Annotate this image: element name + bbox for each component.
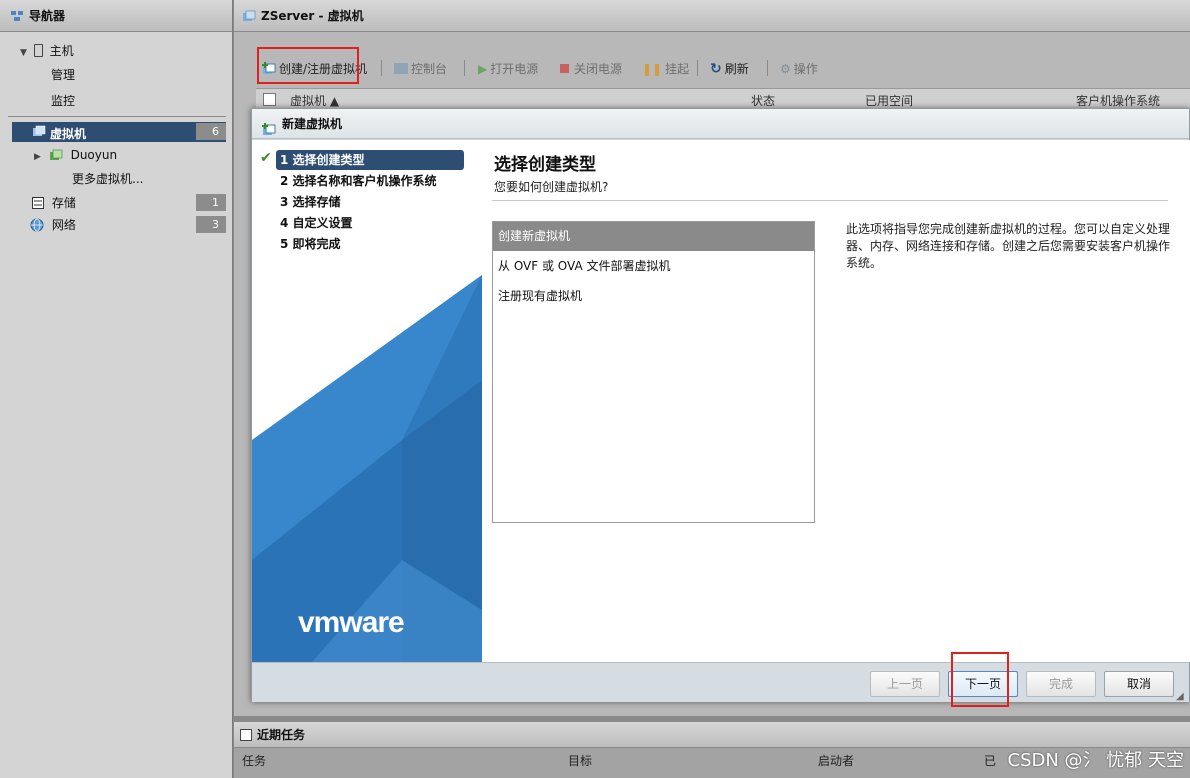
- tree-vms[interactable]: 虚拟机 6: [12, 122, 226, 142]
- tasks-column-task[interactable]: 任务: [242, 752, 266, 769]
- refresh-label: 刷新: [724, 62, 749, 76]
- csdn-watermark: CSDN @氵 忧郁 天空: [1007, 750, 1184, 771]
- suspend-button[interactable]: ❚❚ 挂起: [642, 60, 689, 77]
- actions-label: 操作: [793, 62, 818, 76]
- toolbar-separator: [381, 60, 382, 76]
- wizard-heading: 选择创建类型: [494, 155, 596, 175]
- wizard-steps-panel: ✔ 1 选择创建类型 2 选择名称和客户机操作系统 3 选择存储 4 自定义设置…: [252, 140, 482, 662]
- tree-host-label: 主机: [49, 44, 74, 58]
- tasks-column-initiator[interactable]: 启动者: [818, 752, 854, 769]
- wizard-divider: [492, 200, 1168, 201]
- tree-storage[interactable]: 存储: [20, 194, 76, 212]
- navigator-icon: [10, 2, 24, 21]
- column-vm[interactable]: 虚拟机 ▲: [290, 92, 339, 109]
- finish-button[interactable]: 完成: [1026, 671, 1096, 697]
- vm-list-title: ZServer - 虚拟机: [261, 9, 364, 23]
- back-button[interactable]: 上一页: [870, 671, 940, 697]
- pause-icon: ❚❚: [642, 62, 663, 76]
- dialog-title: 新建虚拟机: [282, 117, 343, 131]
- new-vm-dialog: 新建虚拟机 ✔ 1 选择创建类型 2 选择名称和客户机操作系统 3 选择存储 4…: [251, 108, 1190, 702]
- nav-divider: [8, 116, 226, 117]
- wizard-content-panel: 选择创建类型 您要如何创建虚拟机? 创建新虚拟机 从 OVF 或 OVA 文件部…: [482, 140, 1190, 662]
- dialog-titlebar: 新建虚拟机: [252, 109, 1189, 139]
- highlight-create-button: [257, 47, 359, 84]
- column-status[interactable]: 状态: [751, 92, 775, 109]
- refresh-button[interactable]: ↻ 刷新: [710, 60, 749, 77]
- wizard-step-3[interactable]: 3 选择存储: [276, 192, 464, 212]
- power-off-button[interactable]: 关闭电源: [560, 60, 622, 77]
- option-register-existing-vm[interactable]: 注册现有虚拟机: [493, 282, 814, 311]
- navigator-header: 导航器: [0, 0, 232, 32]
- tasks-column-queued[interactable]: 已: [984, 752, 996, 769]
- console-button[interactable]: 控制台: [394, 60, 447, 77]
- toolbar-separator: [464, 60, 465, 76]
- wizard-step-4[interactable]: 4 自定义设置: [276, 213, 464, 233]
- option-create-new-vm[interactable]: 创建新虚拟机: [493, 222, 814, 251]
- power-on-label: 打开电源: [490, 62, 539, 76]
- recent-tasks-title: 近期任务: [257, 728, 306, 742]
- navigator-panel: 导航器 ▼ 主机 管理 监控 虚拟机 6 ▶ Duoyun 更多虚拟机... 存…: [0, 0, 233, 778]
- vms-count-badge: 6: [196, 123, 226, 140]
- tree-more-vms[interactable]: 更多虚拟机...: [72, 170, 143, 187]
- option-deploy-ovf-ova[interactable]: 从 OVF 或 OVA 文件部署虚拟机: [493, 252, 814, 281]
- tree-host[interactable]: ▼ 主机: [20, 42, 74, 59]
- tree-vm-duoyun-label: Duoyun: [70, 148, 118, 162]
- wizard-step-5[interactable]: 5 即将完成: [276, 234, 464, 254]
- cancel-button[interactable]: 取消: [1104, 671, 1174, 697]
- power-on-button[interactable]: ▶ 打开电源: [478, 60, 538, 77]
- console-icon: [394, 63, 408, 74]
- vm-running-icon: [49, 149, 63, 164]
- network-count-badge: 3: [196, 216, 226, 233]
- wizard-step-1[interactable]: 1 选择创建类型: [276, 150, 464, 170]
- column-guest-os[interactable]: 客户机操作系统: [1076, 92, 1160, 109]
- network-globe-icon: [30, 218, 44, 235]
- vm-icon: [32, 125, 46, 140]
- tree-vm-duoyun[interactable]: ▶ Duoyun: [34, 148, 117, 164]
- navigator-title: 导航器: [29, 9, 66, 23]
- tree-network-label: 网络: [51, 218, 76, 232]
- gear-icon: ⚙: [780, 62, 791, 76]
- stop-icon: [560, 64, 569, 73]
- vm-table-header: [256, 88, 1190, 110]
- step-complete-check-icon: ✔: [260, 150, 272, 166]
- tree-host-manage[interactable]: 管理: [51, 66, 75, 83]
- wizard-subheading: 您要如何创建虚拟机?: [494, 180, 609, 194]
- suspend-label: 挂起: [665, 62, 690, 76]
- option-description: 此选项将指导您完成创建新虚拟机的过程。您可以自定义处理器、内存、网络连接和存储。…: [846, 222, 1171, 270]
- power-off-label: 关闭电源: [574, 62, 623, 76]
- console-label: 控制台: [411, 62, 448, 76]
- dialog-footer: 上一页 下一页 完成 取消 ◢: [252, 662, 1189, 702]
- storage-icon: [32, 197, 44, 212]
- storage-count-badge: 1: [196, 194, 226, 211]
- host-icon: [33, 44, 43, 57]
- toolbar-separator: [767, 60, 768, 76]
- recent-tasks-header: 近期任务: [234, 722, 1190, 748]
- tasks-column-target[interactable]: 目标: [568, 752, 592, 769]
- tree-host-monitor[interactable]: 监控: [51, 92, 75, 109]
- chevron-right-icon[interactable]: ▶: [34, 152, 41, 162]
- creation-type-list: 创建新虚拟机 从 OVF 或 OVA 文件部署虚拟机 注册现有虚拟机: [492, 221, 815, 523]
- play-icon: ▶: [478, 62, 488, 76]
- tree-storage-label: 存储: [51, 196, 76, 210]
- toolbar-separator: [697, 60, 698, 76]
- resize-grip-icon[interactable]: ◢: [1176, 691, 1184, 702]
- tasks-icon: [240, 729, 252, 741]
- wizard-step-2[interactable]: 2 选择名称和客户机操作系统: [276, 171, 464, 191]
- actions-button[interactable]: ⚙ 操作: [780, 60, 818, 77]
- vm-list-header: ZServer - 虚拟机: [234, 0, 1190, 32]
- highlight-next-button: [951, 652, 1009, 707]
- vm-panel-icon: [242, 2, 256, 21]
- select-all-checkbox[interactable]: [263, 93, 276, 106]
- vmware-logo: vmware: [298, 606, 405, 639]
- tree-network[interactable]: 网络: [20, 216, 76, 235]
- column-used-space[interactable]: 已用空间: [865, 92, 913, 109]
- chevron-down-icon[interactable]: ▼: [20, 48, 27, 58]
- refresh-icon: ↻: [710, 61, 722, 77]
- tree-vms-label: 虚拟机: [50, 127, 87, 141]
